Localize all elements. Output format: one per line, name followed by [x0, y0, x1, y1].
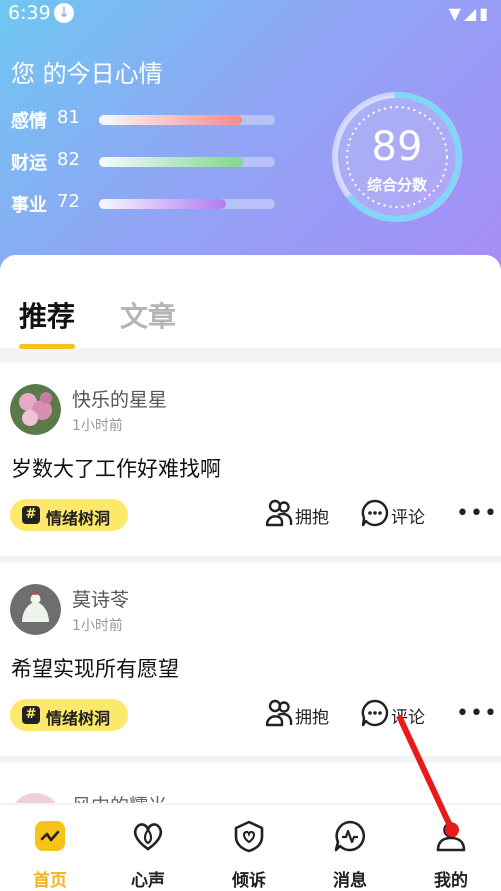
tab-bar: 推荐 文章	[0, 255, 501, 349]
metric-value: 82	[57, 149, 80, 170]
status-bar: 6:39 ↓ ▼◢▮	[0, 0, 501, 28]
metric-love: 感情 81	[11, 107, 281, 132]
metric-track	[99, 157, 275, 167]
post-time: 1小时前	[72, 418, 123, 434]
more-icon[interactable]: •••	[456, 701, 498, 726]
comment-button[interactable]: 评论	[360, 698, 430, 730]
tab-articles[interactable]: 文章	[120, 295, 176, 335]
comment-icon	[361, 499, 389, 527]
metric-bar	[99, 157, 244, 167]
nav-label: 我的	[434, 871, 468, 891]
post-card[interactable]: 风中的糯米	[0, 763, 501, 803]
username[interactable]: 风中的糯米	[72, 791, 167, 803]
avatar[interactable]	[10, 793, 61, 803]
metric-career: 事业 72	[11, 191, 281, 216]
hug-label: 拥抱	[295, 708, 329, 728]
metric-bar	[99, 199, 226, 209]
comment-button[interactable]: 评论	[360, 498, 430, 530]
topic-tag-label: 情绪树洞	[46, 709, 111, 728]
user-icon	[436, 822, 466, 852]
home-icon	[35, 821, 65, 851]
download-icon: ↓	[54, 3, 74, 23]
nav-label: 消息	[333, 871, 367, 891]
nav-home[interactable]: 首页	[0, 805, 100, 891]
status-time: 6:39	[8, 2, 51, 24]
metric-bar	[99, 115, 242, 125]
nav-voices[interactable]: 心声	[98, 805, 198, 891]
post-card[interactable]: 快乐的星星 1小时前 岁数大了工作好难找啊 # 情绪树洞 拥抱 评论 •••	[0, 363, 501, 556]
post-card[interactable]: 莫诗苓 1小时前 希望实现所有愿望 # 情绪树洞 拥抱 评论 •••	[0, 563, 501, 756]
nav-profile[interactable]: 我的	[401, 805, 501, 891]
username[interactable]: 莫诗苓	[72, 585, 129, 612]
hug-label: 拥抱	[295, 508, 329, 528]
username[interactable]: 快乐的星星	[72, 385, 167, 412]
comment-label: 评论	[391, 508, 425, 528]
metric-track	[99, 115, 275, 125]
nav-confide[interactable]: 倾诉	[199, 805, 299, 891]
nav-label: 倾诉	[232, 871, 266, 891]
score-value: 89	[371, 124, 423, 170]
message-pulse-icon	[334, 820, 366, 852]
topic-tag[interactable]: # 情绪树洞	[10, 499, 128, 531]
metric-track	[99, 199, 275, 209]
hug-button[interactable]: 拥抱	[264, 498, 334, 530]
avatar[interactable]	[10, 584, 61, 635]
hug-icon	[265, 499, 293, 527]
more-icon[interactable]: •••	[456, 501, 498, 526]
metric-value: 81	[57, 107, 80, 128]
hug-button[interactable]: 拥抱	[264, 698, 334, 730]
hashtag-icon: #	[22, 706, 40, 724]
mood-title: 您 的今日心情	[11, 60, 163, 88]
system-status-icons: ▼◢▮	[448, 4, 491, 23]
heart-shield-icon	[234, 820, 264, 853]
score-gauge: 89 综合分数	[330, 90, 464, 224]
tab-indicator	[19, 344, 75, 349]
metric-label: 事业	[11, 195, 47, 216]
post-content[interactable]: 希望实现所有愿望	[11, 653, 179, 683]
metric-label: 财运	[11, 153, 47, 174]
hug-icon	[265, 699, 293, 727]
comment-icon	[361, 699, 389, 727]
heart-loop-icon	[133, 823, 163, 851]
score-label: 综合分数	[366, 176, 427, 194]
hashtag-icon: #	[22, 506, 40, 524]
topic-tag[interactable]: # 情绪树洞	[10, 699, 128, 731]
tab-recommend[interactable]: 推荐	[19, 295, 75, 335]
post-content[interactable]: 岁数大了工作好难找啊	[11, 453, 221, 483]
metric-label: 感情	[11, 111, 47, 132]
nav-messages[interactable]: 消息	[300, 805, 400, 891]
nav-label: 心声	[131, 871, 165, 891]
bottom-nav: 首页 心声 倾诉 消息 我的	[0, 805, 501, 891]
metric-value: 72	[57, 191, 80, 212]
comment-label: 评论	[391, 708, 425, 728]
topic-tag-label: 情绪树洞	[46, 509, 111, 528]
avatar[interactable]	[10, 384, 61, 435]
metric-wealth: 财运 82	[11, 149, 281, 174]
post-time: 1小时前	[72, 618, 123, 634]
nav-label: 首页	[33, 871, 67, 891]
